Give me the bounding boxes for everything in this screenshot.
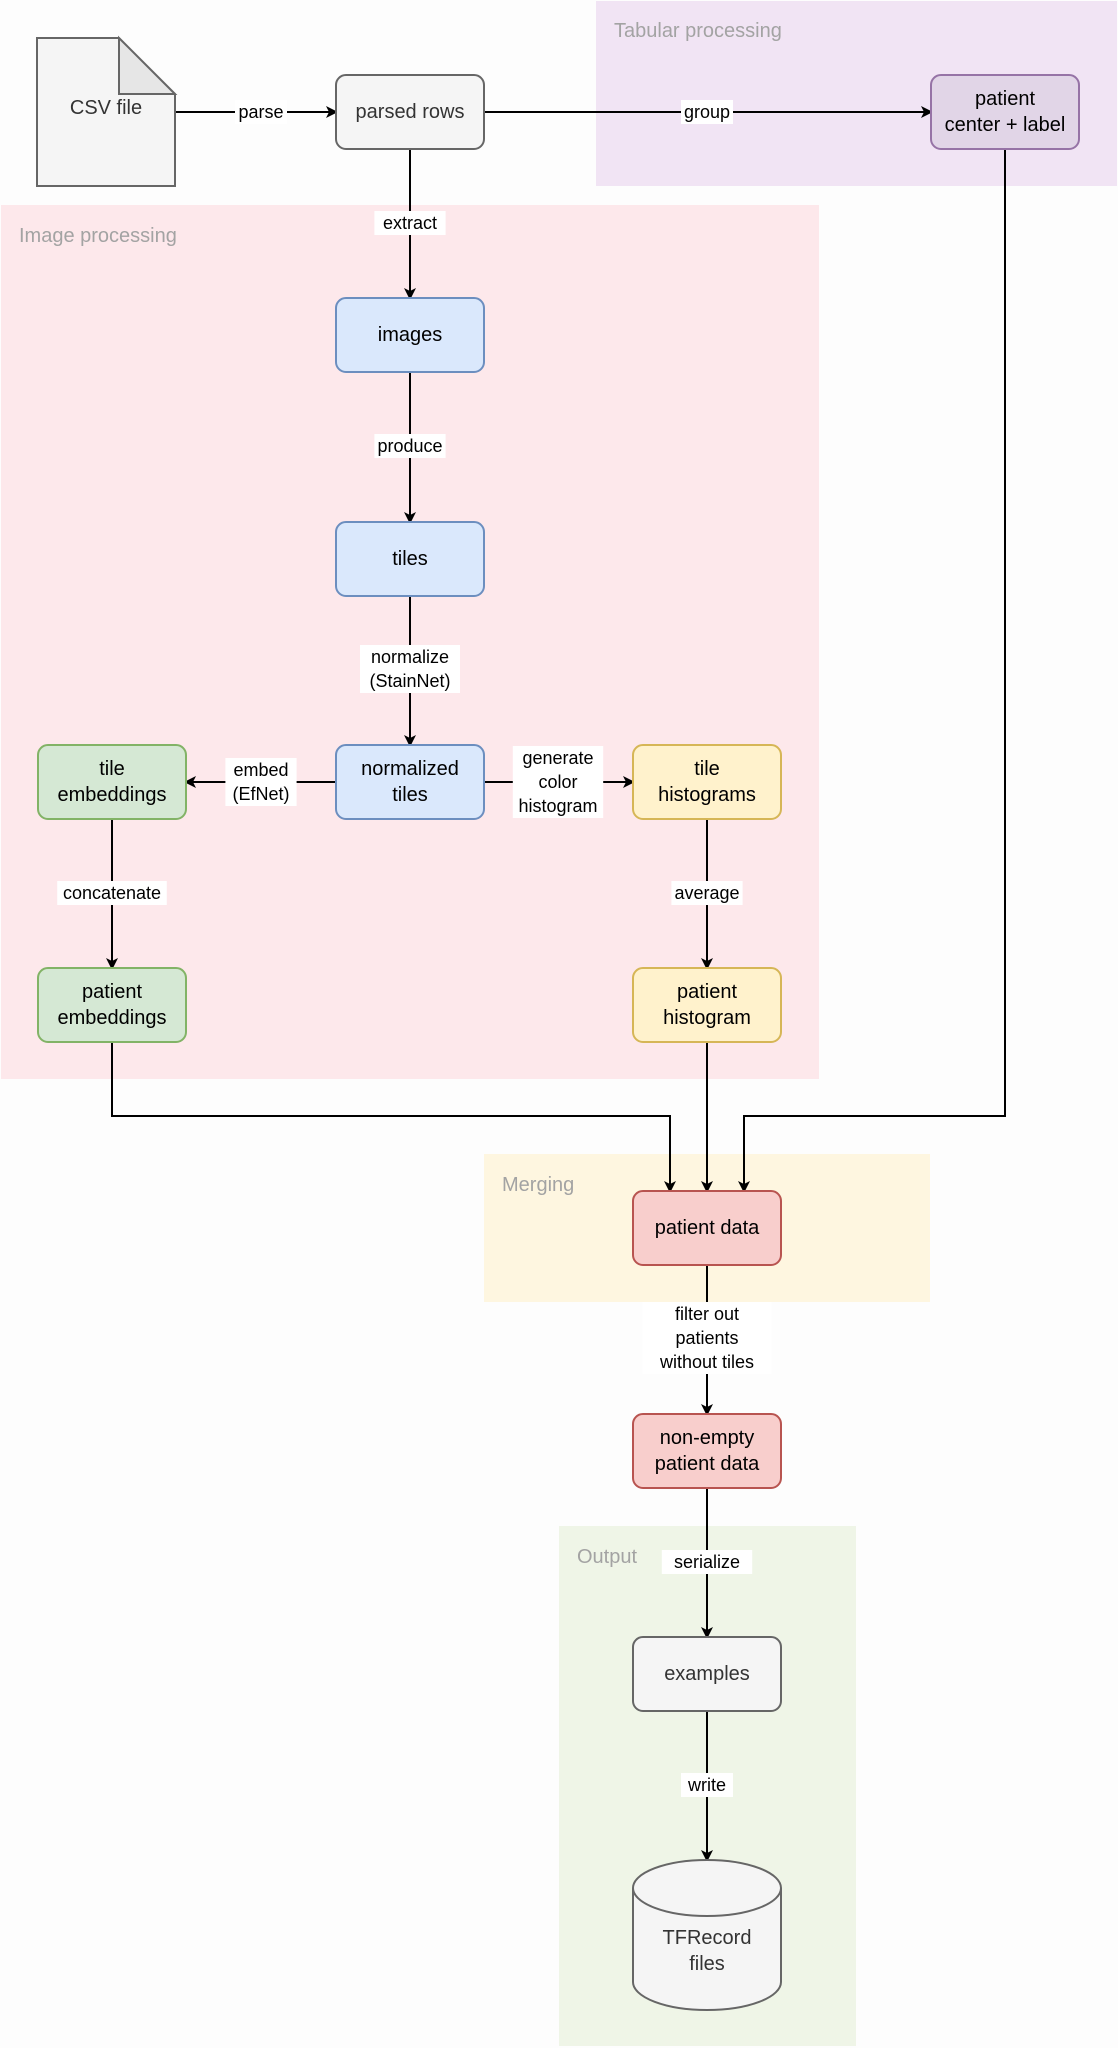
node-shape xyxy=(930,74,1080,150)
edge-label-normalize: normalize (StainNet) xyxy=(360,645,460,693)
edge-label-group: group xyxy=(681,100,733,124)
edge-label-line: group xyxy=(684,102,730,122)
node-label: normalized xyxy=(361,758,459,780)
node-label: histogram xyxy=(663,1007,751,1029)
edge-label-line: filter out xyxy=(675,1304,739,1324)
node-nonempty[interactable]: non-empty patient data xyxy=(632,1413,782,1489)
node-label: parsed rows xyxy=(356,101,465,123)
edge-label-line: without tiles xyxy=(659,1352,754,1372)
node-shape xyxy=(37,967,187,1043)
edge-label-histogram: generate color histogram xyxy=(512,746,604,818)
node-tiles[interactable]: tiles xyxy=(335,521,485,597)
node-label: patient data xyxy=(655,1453,760,1475)
node-label: patient data xyxy=(655,1217,760,1239)
edge-label-extract: extract xyxy=(374,211,446,235)
node-label: tile xyxy=(694,758,720,780)
edge-label-line: concatenate xyxy=(63,883,161,903)
node-label: patient xyxy=(82,981,142,1003)
node-images[interactable]: images xyxy=(335,297,485,373)
edge-label-concatenate: concatenate xyxy=(57,881,167,905)
edge-label-line: extract xyxy=(383,213,437,233)
edge-label-line: (EfNet) xyxy=(232,784,289,804)
node-label: CSV file xyxy=(70,97,142,119)
edge-label-line: color xyxy=(538,772,577,792)
edge-label-line: average xyxy=(674,883,739,903)
edge-label-line: (StainNet) xyxy=(369,671,450,691)
node-label: examples xyxy=(664,1663,750,1685)
edge-label-write: write xyxy=(681,1773,733,1797)
node-csv[interactable]: CSV file xyxy=(36,35,178,187)
node-patient-emb[interactable]: patient embeddings xyxy=(37,967,187,1043)
edge-label-line: patients xyxy=(675,1328,738,1348)
edge-label-embed: embed (EfNet) xyxy=(225,758,297,806)
node-patient-hist[interactable]: patient histogram xyxy=(632,967,782,1043)
edge-label-line: parse xyxy=(238,102,283,122)
node-label: TFRecord xyxy=(663,1927,752,1949)
node-label: tile xyxy=(99,758,125,780)
edge-label-average: average xyxy=(671,881,743,905)
node-tile-hist[interactable]: tile histograms xyxy=(632,744,782,820)
node-label: embeddings xyxy=(58,1007,167,1029)
node-tile-emb[interactable]: tile embeddings xyxy=(37,744,187,820)
node-label: images xyxy=(378,324,442,346)
node-label: embeddings xyxy=(58,784,167,806)
group-output-label: Output xyxy=(577,1546,637,1568)
node-examples[interactable]: examples xyxy=(632,1636,782,1712)
node-shape xyxy=(37,744,187,820)
node-shape xyxy=(632,967,782,1043)
node-label: patient xyxy=(975,88,1035,110)
edge-label-line: produce xyxy=(377,436,442,456)
node-label: non-empty xyxy=(660,1427,755,1449)
node-patient-center[interactable]: patient center + label xyxy=(930,74,1080,150)
node-norm-tiles[interactable]: normalized tiles xyxy=(335,744,485,820)
edge-label-filter: filter out patients without tiles xyxy=(642,1302,772,1374)
edge-label-line: normalize xyxy=(371,647,449,667)
edge-label-line: write xyxy=(687,1775,726,1795)
edge-label-line: embed xyxy=(233,760,288,780)
edge-label-produce: produce xyxy=(374,434,446,458)
edge-label-line: generate xyxy=(522,748,593,768)
node-parsed[interactable]: parsed rows xyxy=(335,74,485,150)
node-label: files xyxy=(689,1953,725,1975)
node-label: histograms xyxy=(658,784,756,806)
node-shape xyxy=(335,744,485,820)
node-patient-data[interactable]: patient data xyxy=(632,1190,782,1266)
edge-label-line: histogram xyxy=(518,796,597,816)
group-merging-label: Merging xyxy=(502,1174,574,1196)
node-shape xyxy=(632,744,782,820)
node-label: center + label xyxy=(945,114,1066,136)
pipeline-diagram: Tabular processing Image processing Mergin… xyxy=(1,1,1117,2046)
node-label: patient xyxy=(677,981,737,1003)
node-tfrecord[interactable]: TFRecord files xyxy=(632,1859,782,2011)
node-shape xyxy=(632,1413,782,1489)
document-fold-icon xyxy=(118,35,178,95)
group-image-label: Image processing xyxy=(19,225,177,247)
node-label: tiles xyxy=(392,548,428,570)
edge-label-line: serialize xyxy=(674,1552,740,1572)
node-label: tiles xyxy=(392,784,428,806)
group-tabular-label: Tabular processing xyxy=(614,20,782,42)
edge-label-parse: parse xyxy=(235,100,287,124)
edge-label-serialize: serialize xyxy=(661,1550,753,1574)
